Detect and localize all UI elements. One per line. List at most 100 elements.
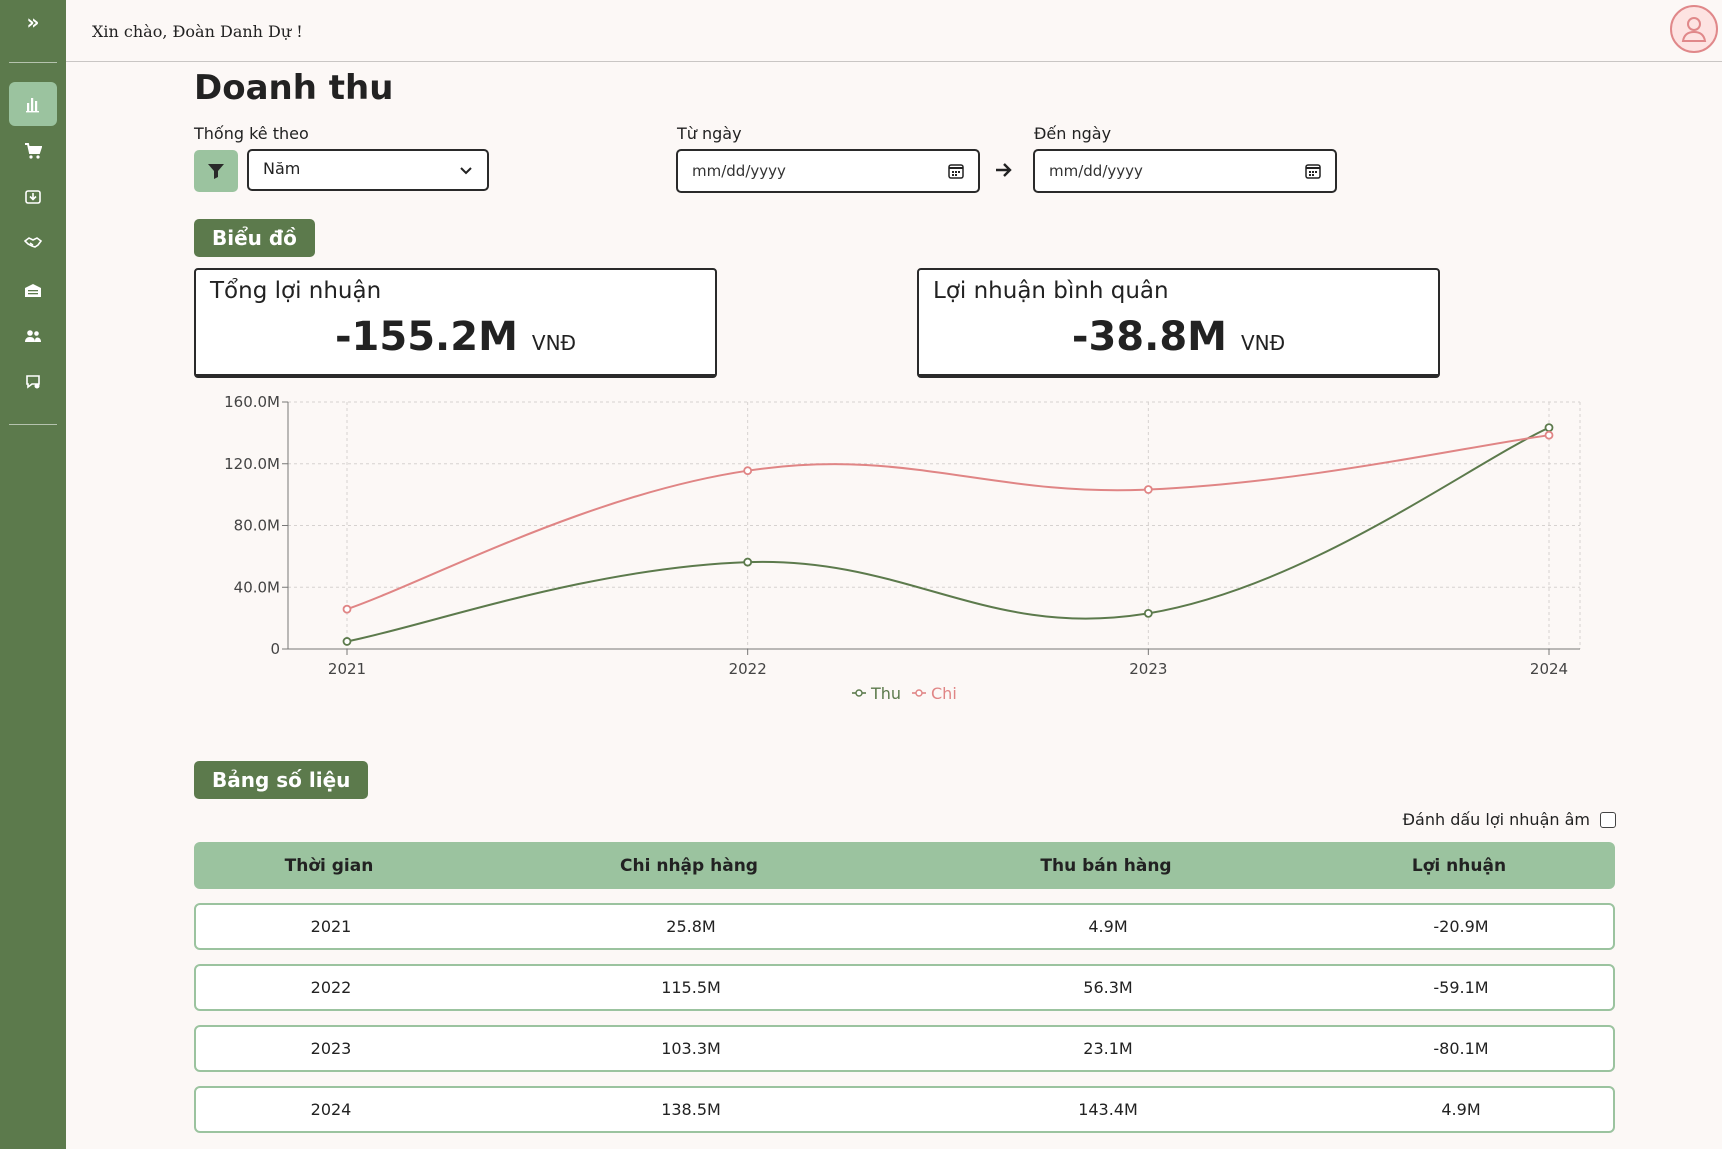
table-row[interactable]: 2024 138.5M 143.4M 4.9M	[194, 1086, 1615, 1133]
handshake-icon	[24, 237, 42, 248]
sidebar-item-sales[interactable]	[9, 129, 57, 173]
sidebar-item-users[interactable]	[9, 314, 57, 358]
x-tick-label: 2024	[1530, 660, 1568, 678]
cell-time: 2022	[310, 978, 352, 997]
cell-income: 23.1M	[1083, 1039, 1133, 1058]
average-profit-value: -38.8M	[1071, 314, 1227, 360]
y-tick-label: 40.0M	[234, 578, 280, 596]
cell-profit: -59.1M	[1433, 978, 1489, 997]
header-income[interactable]: Thu bán hàng	[971, 856, 1241, 876]
average-profit-title: Lợi nhuận bình quân	[933, 278, 1169, 304]
header-profit[interactable]: Lợi nhuận	[1324, 856, 1594, 876]
legend-label-thu: Thu	[870, 684, 901, 703]
average-profit-unit: VNĐ	[1240, 331, 1286, 355]
sidebar-item-settings[interactable]	[9, 360, 57, 404]
cart-icon	[25, 143, 42, 159]
cell-expense: 138.5M	[661, 1100, 721, 1119]
sidebar-item-partners[interactable]	[9, 221, 57, 265]
sidebar-divider	[9, 62, 57, 63]
table-section-button[interactable]: Bảng số liệu	[194, 761, 369, 799]
cell-profit: -80.1M	[1433, 1039, 1489, 1058]
data-point-chi	[342, 604, 352, 614]
greeting-text: Xin chào, Đoàn Danh Dự !	[92, 22, 303, 41]
data-point-thu	[743, 557, 753, 567]
cell-expense: 25.8M	[666, 917, 716, 936]
y-tick-label: 120.0M	[224, 455, 280, 473]
filter-icon	[208, 164, 224, 179]
group-by-value: Năm	[263, 159, 301, 178]
data-point-chi	[743, 466, 753, 476]
legend-marker-chi	[915, 689, 923, 697]
average-profit-card: Lợi nhuận bình quân -38.8M VNĐ	[917, 268, 1440, 378]
negative-profit-label: Đánh dấu lợi nhuận âm	[1402, 810, 1590, 829]
sidebar-toggle-button[interactable]: »	[0, 8, 66, 36]
settings-chat-icon	[26, 375, 40, 389]
top-bar: Xin chào, Đoàn Danh Dự !	[66, 0, 1722, 62]
to-date-input[interactable]: mm/dd/yyyy	[1033, 149, 1337, 193]
sidebar-item-import[interactable]	[9, 175, 57, 219]
revenue-line-chart: 0 40.0M 80.0M 120.0M 160.0M 2021 2022 2023 2024 T…	[224, 393, 1581, 703]
from-date-placeholder: mm/dd/yyyy	[692, 162, 786, 180]
group-by-select[interactable]: Năm	[247, 149, 489, 191]
negative-profit-checkbox[interactable]	[1600, 811, 1616, 828]
data-point-chi	[1143, 485, 1153, 494]
data-point-thu	[342, 637, 352, 646]
calendar-icon[interactable]	[948, 163, 964, 179]
total-profit-unit: VNĐ	[531, 331, 577, 355]
table-row[interactable]: 2023 103.3M 23.1M -80.1M	[194, 1025, 1615, 1072]
double-chevron-right-icon: »	[26, 10, 40, 34]
negative-profit-toggle[interactable]: Đánh dấu lợi nhuận âm	[1403, 810, 1616, 829]
sidebar: »	[0, 0, 66, 1149]
to-date-placeholder: mm/dd/yyyy	[1049, 162, 1143, 180]
warehouse-icon	[25, 284, 41, 297]
cell-time: 2023	[310, 1039, 352, 1058]
series-line-chi	[346, 434, 1550, 611]
legend-label-chi: Chi	[931, 684, 957, 703]
bar-chart-icon	[26, 98, 39, 113]
cell-income: 4.9M	[1088, 917, 1128, 936]
chart-section-button[interactable]: Biểu đồ	[194, 219, 315, 257]
to-date-label: Đến ngày	[1034, 124, 1112, 143]
header-time[interactable]: Thời gian	[194, 856, 464, 876]
total-profit-card: Tổng lợi nhuận -155.2M VNĐ	[194, 268, 717, 378]
x-tick-label: 2022	[729, 660, 767, 678]
cell-income: 56.3M	[1083, 978, 1133, 997]
group-by-label: Thống kê theo	[194, 124, 309, 143]
cell-profit: -20.9M	[1433, 917, 1489, 936]
user-avatar-button[interactable]	[1670, 5, 1718, 53]
from-date-label: Từ ngày	[677, 124, 742, 143]
import-icon	[25, 190, 41, 204]
cell-time: 2024	[310, 1100, 352, 1119]
data-point-chi	[1544, 430, 1554, 440]
cell-expense: 103.3M	[661, 1039, 721, 1058]
cell-profit: 4.9M	[1441, 1100, 1481, 1119]
table-row[interactable]: 2022 115.5M 56.3M -59.1M	[194, 964, 1615, 1011]
sidebar-item-warehouse[interactable]	[9, 268, 57, 312]
filter-button[interactable]	[194, 150, 238, 192]
arrow-right-icon	[996, 163, 1012, 177]
x-tick-label: 2023	[1129, 660, 1167, 678]
total-profit-value: -155.2M	[334, 314, 518, 360]
sidebar-item-revenue[interactable]	[9, 82, 57, 126]
calendar-icon[interactable]	[1305, 163, 1321, 179]
users-icon	[25, 330, 41, 342]
table-row[interactable]: 2021 25.8M 4.9M -20.9M	[194, 903, 1615, 950]
data-point-thu	[1544, 423, 1554, 433]
y-tick-label: 160.0M	[224, 393, 280, 411]
cell-time: 2021	[310, 917, 352, 936]
header-expense[interactable]: Chi nhập hàng	[554, 856, 824, 876]
data-point-thu	[1143, 608, 1153, 618]
cell-income: 143.4M	[1078, 1100, 1138, 1119]
x-tick-label: 2021	[328, 660, 366, 678]
chevron-down-icon	[460, 167, 472, 175]
page-title: Doanh thu	[194, 68, 394, 108]
user-icon	[1681, 17, 1707, 42]
from-date-input[interactable]: mm/dd/yyyy	[676, 149, 980, 193]
y-tick-label: 0	[270, 640, 280, 658]
sidebar-divider	[9, 424, 57, 425]
total-profit-title: Tổng lợi nhuận	[210, 278, 382, 304]
legend-marker-thu	[855, 689, 863, 697]
y-tick-label: 80.0M	[234, 517, 280, 535]
table-header: Thời gian Chi nhập hàng Thu bán hàng Lợi…	[194, 842, 1615, 889]
cell-expense: 115.5M	[661, 978, 721, 997]
